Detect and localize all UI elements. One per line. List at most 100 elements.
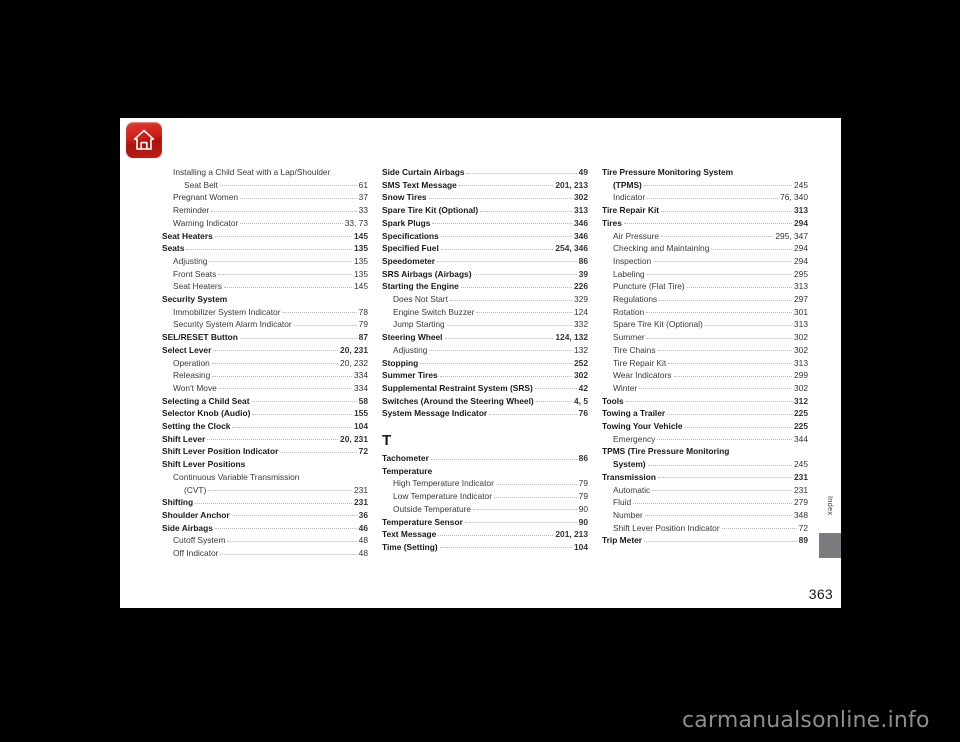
index-entry[interactable]: Fluid 279 — [602, 496, 808, 509]
index-entry[interactable]: Snow Tires 302 — [382, 191, 588, 204]
index-entry[interactable]: Specified Fuel 254, 346 — [382, 242, 588, 255]
index-entry[interactable]: Low Temperature Indicator 79 — [382, 490, 588, 503]
dot-leader — [218, 273, 353, 276]
index-entry[interactable]: Specifications 346 — [382, 230, 588, 243]
index-entry[interactable]: Tires 294 — [602, 217, 808, 230]
index-entry[interactable]: High Temperature Indicator 79 — [382, 477, 588, 490]
index-entry[interactable]: System) 245 — [602, 458, 808, 471]
dot-leader — [213, 349, 339, 352]
home-icon[interactable] — [126, 122, 162, 158]
index-entry-label: Air Pressure — [613, 230, 660, 241]
index-entry[interactable]: Emergency 344 — [602, 433, 808, 446]
index-entry-label: Emergency — [613, 433, 656, 444]
index-entry[interactable]: Puncture (Flat Tire) 313 — [602, 280, 808, 293]
index-entry[interactable]: (CVT) 231 — [162, 484, 368, 497]
index-entry[interactable]: Tire Repair Kit 313 — [602, 204, 808, 217]
index-entry[interactable]: Adjusting 135 — [162, 255, 368, 268]
index-entry[interactable]: Speedometer 86 — [382, 255, 588, 268]
dot-leader — [240, 222, 343, 225]
index-entry[interactable]: Engine Switch Buzzer 124 — [382, 306, 588, 319]
index-entry[interactable]: Steering Wheel 124, 132 — [382, 331, 588, 344]
index-entry[interactable]: Tire Chains 302 — [602, 344, 808, 357]
index-entry[interactable]: Supplemental Restraint System (SRS) 42 — [382, 382, 588, 395]
index-entry[interactable]: Tachometer 86 — [382, 452, 588, 465]
index-entry[interactable]: Shift Lever Position Indicator 72 — [602, 522, 808, 535]
index-entry-label: Front Seats — [173, 268, 217, 279]
index-entry[interactable]: Summer Tires 302 — [382, 369, 588, 382]
index-entry[interactable]: Warning Indicator 33, 73 — [162, 217, 368, 230]
index-entry[interactable]: Towing a Trailer 225 — [602, 407, 808, 420]
index-entry[interactable]: Spare Tire Kit (Optional) 313 — [602, 318, 808, 331]
index-entry[interactable]: Checking and Maintaining 294 — [602, 242, 808, 255]
index-entry[interactable]: Installing a Child Seat with a Lap/Shoul… — [162, 166, 368, 179]
index-entry[interactable]: (TPMS) 245 — [602, 179, 808, 192]
index-entry[interactable]: Select Lever 20, 231 — [162, 344, 368, 357]
index-entry[interactable]: Shift Lever Positions — [162, 458, 368, 471]
index-entry-page: 313 — [574, 205, 588, 216]
index-entry[interactable]: Cutoff System 48 — [162, 534, 368, 547]
index-entry[interactable]: Does Not Start 329 — [382, 293, 588, 306]
index-entry[interactable]: Setting the Clock 104 — [162, 420, 368, 433]
index-entry[interactable]: Text Message 201, 213 — [382, 528, 588, 541]
index-entry[interactable]: Releasing 334 — [162, 369, 368, 382]
index-entry[interactable]: Regulations 297 — [602, 293, 808, 306]
index-entry[interactable]: Continuous Variable Transmission — [162, 471, 368, 484]
index-entry[interactable]: Wear Indicators 299 — [602, 369, 808, 382]
index-entry[interactable]: Starting the Engine 226 — [382, 280, 588, 293]
index-entry[interactable]: Selecting a Child Seat 58 — [162, 395, 368, 408]
index-entry[interactable]: Tire Pressure Monitoring System — [602, 166, 808, 179]
index-entry[interactable]: Spare Tire Kit (Optional) 313 — [382, 204, 588, 217]
index-entry[interactable]: Shoulder Anchor 36 — [162, 509, 368, 522]
index-entry[interactable]: System Message Indicator 76 — [382, 407, 588, 420]
index-entry[interactable]: Side Curtain Airbags 49 — [382, 166, 588, 179]
index-entry[interactable]: SEL/RESET Button 87 — [162, 331, 368, 344]
index-entry[interactable]: Side Airbags 46 — [162, 522, 368, 535]
index-entry[interactable]: Adjusting 132 — [382, 344, 588, 357]
index-entry[interactable]: Shift Lever Position Indicator 72 — [162, 445, 368, 458]
index-entry[interactable]: TPMS (Tire Pressure Monitoring — [602, 445, 808, 458]
index-entry[interactable]: Front Seats 135 — [162, 268, 368, 281]
index-entry[interactable]: Number 348 — [602, 509, 808, 522]
index-entry[interactable]: Outside Temperature 90 — [382, 503, 588, 516]
index-entry[interactable]: Shifting 231 — [162, 496, 368, 509]
index-entry[interactable]: Seat Heaters 145 — [162, 280, 368, 293]
index-entry[interactable]: Stopping 252 — [382, 357, 588, 370]
index-entry[interactable]: Tire Repair Kit 313 — [602, 357, 808, 370]
index-entry[interactable]: Summer 302 — [602, 331, 808, 344]
index-entry[interactable]: Shift Lever 20, 231 — [162, 433, 368, 446]
index-entry[interactable]: Rotation 301 — [602, 306, 808, 319]
index-entry[interactable]: Security System — [162, 293, 368, 306]
index-entry[interactable]: SRS Airbags (Airbags) 39 — [382, 268, 588, 281]
index-entry[interactable]: Off Indicator 48 — [162, 547, 368, 560]
index-entry[interactable]: Towing Your Vehicle 225 — [602, 420, 808, 433]
index-entry[interactable]: Won't Move 334 — [162, 382, 368, 395]
index-entry[interactable]: Automatic 231 — [602, 484, 808, 497]
index-entry[interactable]: Spark Plugs 346 — [382, 217, 588, 230]
index-entry[interactable]: Security System Alarm Indicator 79 — [162, 318, 368, 331]
index-entry-page: 36 — [358, 509, 368, 520]
index-entry[interactable]: Indicator 76, 340 — [602, 191, 808, 204]
index-entry[interactable]: Temperature Sensor 90 — [382, 516, 588, 529]
index-entry[interactable]: Labeling 295 — [602, 268, 808, 281]
index-entry[interactable]: Seats 135 — [162, 242, 368, 255]
index-entry[interactable]: Tools 312 — [602, 395, 808, 408]
index-entry-label: Towing a Trailer — [602, 408, 666, 419]
index-entry[interactable]: Winter 302 — [602, 382, 808, 395]
index-entry[interactable]: Jump Starting 332 — [382, 318, 588, 331]
index-entry[interactable]: Air Pressure 295, 347 — [602, 230, 808, 243]
index-entry[interactable]: Switches (Around the Steering Wheel) 4, 5 — [382, 395, 588, 408]
index-entry[interactable]: SMS Text Message 201, 213 — [382, 179, 588, 192]
index-entry[interactable]: Selector Knob (Audio) 155 — [162, 407, 368, 420]
index-entry[interactable]: Seat Belt 61 — [162, 179, 368, 192]
index-entry[interactable]: Operation 20, 232 — [162, 357, 368, 370]
index-entry[interactable]: Reminder 33 — [162, 204, 368, 217]
index-entry[interactable]: Temperature — [382, 465, 588, 478]
index-entry[interactable]: Immobilizer System Indicator 78 — [162, 306, 368, 319]
index-entry[interactable]: Pregnant Women 37 — [162, 191, 368, 204]
index-entry[interactable]: Transmission 231 — [602, 471, 808, 484]
index-entry[interactable]: Inspection 294 — [602, 255, 808, 268]
index-entry[interactable]: Trip Meter 89 — [602, 534, 808, 547]
index-entry-label: Snow Tires — [382, 192, 427, 203]
index-entry[interactable]: Seat Heaters 145 — [162, 230, 368, 243]
index-entry[interactable]: Time (Setting) 104 — [382, 541, 588, 554]
